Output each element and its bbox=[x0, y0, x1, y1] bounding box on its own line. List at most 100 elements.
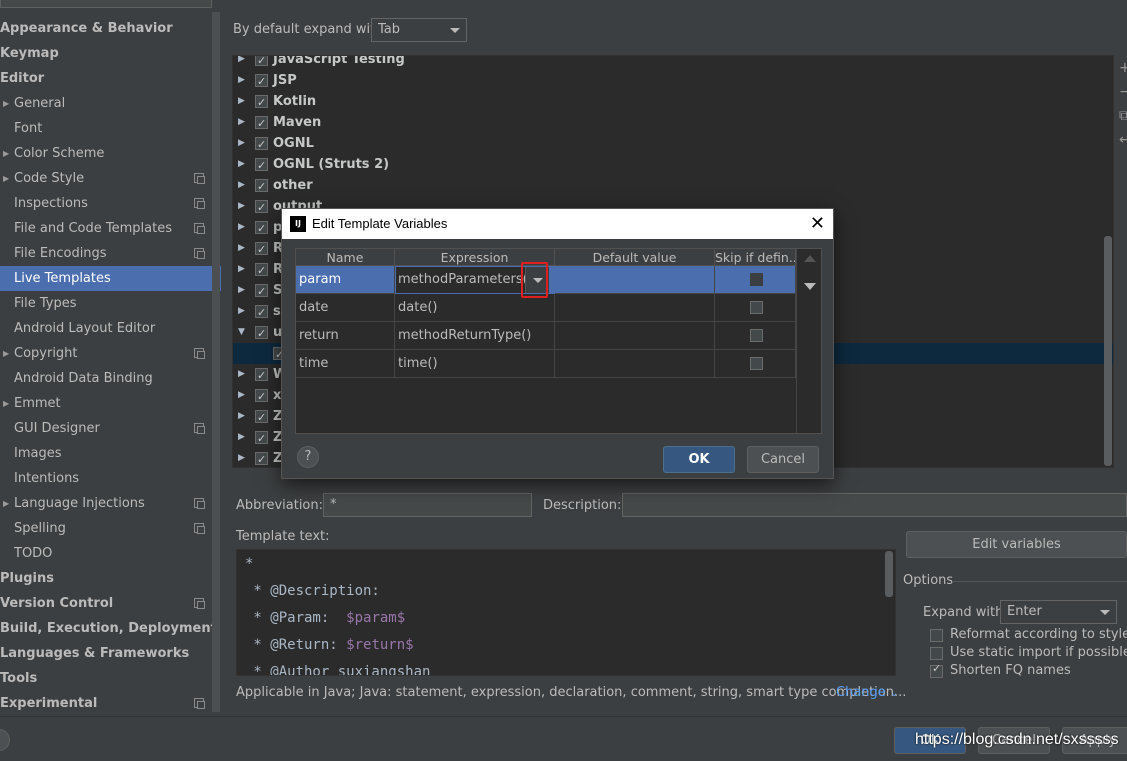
sidebar-item[interactable]: Android Data Binding bbox=[0, 366, 212, 391]
group-checkbox[interactable] bbox=[255, 260, 268, 281]
chevron-right-icon[interactable]: ▶ bbox=[238, 301, 245, 322]
cell-expression[interactable]: methodReturnType() bbox=[395, 322, 555, 350]
group-checkbox[interactable] bbox=[255, 323, 268, 344]
tree-scrollbar[interactable] bbox=[1104, 236, 1112, 466]
cell-expression[interactable]: time() bbox=[395, 350, 555, 378]
group-checkbox[interactable] bbox=[255, 113, 268, 134]
group-checkbox[interactable] bbox=[255, 239, 268, 260]
chevron-right-icon[interactable]: ▶ bbox=[238, 259, 245, 280]
chevron-right-icon[interactable]: ▶ bbox=[238, 154, 245, 175]
tree-row[interactable]: ▶ Maven bbox=[233, 112, 1113, 134]
sidebar-item[interactable]: TODO bbox=[0, 541, 212, 566]
sidebar-item[interactable]: ▶ General bbox=[0, 91, 212, 116]
tree-row[interactable]: ▶ other bbox=[233, 175, 1113, 197]
sidebar-item[interactable]: Images bbox=[0, 441, 212, 466]
chevron-right-icon[interactable]: ▶ bbox=[238, 175, 245, 196]
chevron-right-icon[interactable]: ▶ bbox=[238, 406, 245, 427]
sidebar-item[interactable]: Experimental bbox=[0, 691, 212, 716]
column-header-skip-if-defined[interactable]: Skip if defin... bbox=[715, 249, 796, 266]
scroll-up-icon[interactable] bbox=[804, 255, 816, 262]
tree-row[interactable]: ▶ Kotlin bbox=[233, 91, 1113, 113]
tree-row[interactable]: ▶ JavaScript Testing bbox=[233, 56, 1113, 71]
template-text-editor[interactable]: * * @Description: * @Param: $param$ * @R… bbox=[236, 549, 896, 676]
group-checkbox[interactable] bbox=[255, 218, 268, 239]
sidebar-item[interactable]: Plugins bbox=[0, 566, 212, 591]
sidebar-item[interactable]: Keymap bbox=[0, 41, 212, 66]
sidebar-item[interactable]: Android Layout Editor bbox=[0, 316, 212, 341]
edit-variables-button[interactable]: Edit variables bbox=[906, 531, 1127, 558]
chevron-right-icon[interactable]: ▶ bbox=[238, 427, 245, 448]
sidebar-item[interactable]: Live Templates bbox=[0, 266, 221, 291]
dialog-help-button[interactable]: ? bbox=[297, 446, 319, 468]
sidebar-item[interactable]: File and Code Templates bbox=[0, 216, 212, 241]
chevron-right-icon[interactable]: ▶ bbox=[238, 385, 245, 406]
expand-with-combo[interactable]: Enter bbox=[1000, 600, 1117, 624]
dialog-cancel-button[interactable]: Cancel bbox=[747, 446, 819, 473]
cell-default-value[interactable] bbox=[555, 350, 715, 378]
sidebar-item[interactable]: File Types bbox=[0, 291, 212, 316]
cell-default-value[interactable] bbox=[555, 322, 715, 350]
column-header-default-value[interactable]: Default value bbox=[555, 249, 715, 266]
option-checkbox[interactable] bbox=[930, 662, 943, 678]
group-checkbox[interactable] bbox=[255, 449, 268, 467]
group-checkbox[interactable] bbox=[255, 134, 268, 155]
table-row[interactable]: date date() bbox=[296, 294, 796, 322]
sidebar-item[interactable]: Tools bbox=[0, 666, 212, 691]
tree-row[interactable]: ▶ OGNL bbox=[233, 133, 1113, 155]
skip-checkbox[interactable] bbox=[750, 273, 763, 286]
sidebar-item[interactable]: Intentions bbox=[0, 466, 212, 491]
column-header-name[interactable]: Name bbox=[296, 249, 395, 266]
chevron-right-icon[interactable]: ▶ bbox=[238, 91, 245, 112]
sidebar-item[interactable]: ▶ Emmet bbox=[0, 391, 212, 416]
sidebar-item[interactable]: ▶ Color Scheme bbox=[0, 141, 212, 166]
sidebar-item[interactable]: Font bbox=[0, 116, 212, 141]
chevron-right-icon[interactable]: ▶ bbox=[238, 448, 245, 467]
option-checkbox[interactable] bbox=[930, 629, 943, 642]
chevron-right-icon[interactable]: ▶ bbox=[238, 133, 245, 154]
add-icon[interactable]: + bbox=[1119, 60, 1127, 76]
chevron-right-icon[interactable]: ▶ bbox=[238, 217, 245, 238]
scroll-down-icon[interactable] bbox=[804, 283, 816, 290]
skip-checkbox[interactable] bbox=[750, 301, 763, 314]
sidebar-item[interactable]: Spelling bbox=[0, 516, 212, 541]
table-row[interactable]: time time() bbox=[296, 350, 796, 378]
restore-icon[interactable]: ↩ bbox=[1119, 132, 1127, 148]
table-row[interactable]: return methodReturnType() bbox=[296, 322, 796, 350]
group-checkbox[interactable] bbox=[255, 365, 268, 386]
sidebar-item[interactable]: Version Control bbox=[0, 591, 212, 616]
group-checkbox[interactable] bbox=[255, 176, 268, 197]
change-context-link[interactable]: Change ⌄ bbox=[836, 685, 898, 700]
sidebar-item[interactable]: Build, Execution, Deployment bbox=[0, 616, 217, 641]
group-checkbox[interactable] bbox=[255, 197, 268, 218]
group-checkbox[interactable] bbox=[255, 407, 268, 428]
group-checkbox[interactable] bbox=[255, 56, 268, 71]
chevron-right-icon[interactable]: ▶ bbox=[238, 196, 245, 217]
table-scrollbar[interactable] bbox=[796, 249, 821, 433]
sidebar-item[interactable]: Inspections bbox=[0, 191, 212, 216]
group-checkbox[interactable] bbox=[255, 281, 268, 302]
chevron-right-icon[interactable]: ▶ bbox=[238, 112, 245, 133]
sidebar-item[interactable]: ▶ Code Style bbox=[0, 166, 212, 191]
chevron-right-icon[interactable]: ▶ bbox=[238, 56, 245, 70]
sidebar-scrollbar[interactable] bbox=[212, 12, 220, 712]
cell-expression[interactable]: date() bbox=[395, 294, 555, 322]
chevron-right-icon[interactable]: ▶ bbox=[238, 238, 245, 259]
sidebar-search-field[interactable] bbox=[0, 0, 212, 8]
dialog-ok-button[interactable]: OK bbox=[663, 446, 735, 473]
group-checkbox[interactable] bbox=[255, 92, 268, 113]
chevron-down-icon[interactable]: ▼ bbox=[238, 322, 245, 343]
skip-checkbox[interactable] bbox=[750, 329, 763, 342]
group-checkbox[interactable] bbox=[255, 386, 268, 407]
copy-icon[interactable]: ⧉ bbox=[1119, 108, 1127, 124]
option-checkbox[interactable] bbox=[930, 647, 943, 660]
chevron-right-icon[interactable]: ▶ bbox=[238, 280, 245, 301]
sidebar-item[interactable]: Languages & Frameworks bbox=[0, 641, 212, 666]
cell-default-value[interactable] bbox=[555, 266, 715, 294]
description-field[interactable] bbox=[622, 493, 1127, 517]
group-checkbox[interactable] bbox=[255, 71, 268, 92]
sidebar-item[interactable]: ▶ Language Injections bbox=[0, 491, 212, 516]
sidebar-item[interactable]: Appearance & Behavior bbox=[0, 16, 212, 41]
sidebar-item[interactable]: GUI Designer bbox=[0, 416, 212, 441]
help-button[interactable] bbox=[0, 729, 10, 751]
abbreviation-field[interactable]: * bbox=[323, 493, 532, 517]
